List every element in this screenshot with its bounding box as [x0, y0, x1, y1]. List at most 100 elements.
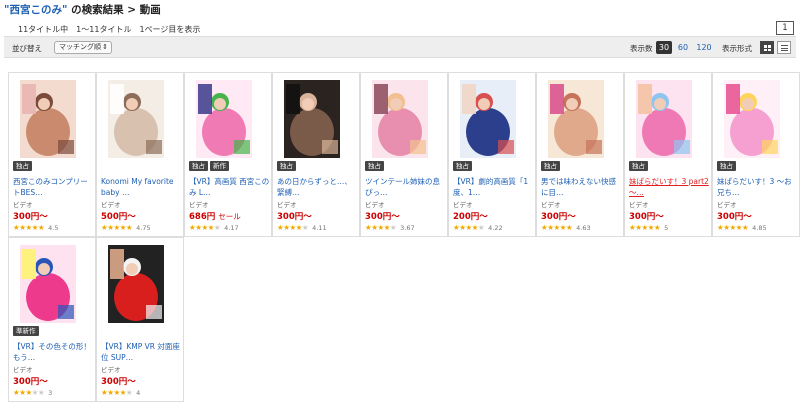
product-rating: ★★★★★ 4.17 — [189, 223, 239, 232]
product-type: ビデオ — [189, 201, 209, 209]
display-count-60[interactable]: 60 — [676, 41, 690, 54]
product-card[interactable]: 独占 【VR】劇的高画質「1度、1… ビデオ 200円〜 ★★★★★ 4.22 — [448, 72, 536, 237]
product-type: ビデオ — [13, 366, 33, 374]
rating-value: 3.67 — [400, 223, 415, 232]
status-badge: 独占 — [717, 161, 736, 171]
status-badge: 独占 — [13, 161, 32, 171]
product-thumbnail[interactable] — [20, 245, 76, 323]
product-type: ビデオ — [101, 366, 121, 374]
status-badge: 独占 — [541, 161, 560, 171]
product-thumbnail[interactable] — [108, 245, 164, 323]
product-title-link[interactable]: 【VR】高画質 西宮このみ L… — [189, 176, 271, 198]
product-thumbnail[interactable] — [20, 80, 76, 158]
status-badge: 新作 — [210, 161, 229, 171]
product-type: ビデオ — [717, 201, 737, 209]
product-type: ビデオ — [365, 201, 385, 209]
product-price: 300円〜 — [629, 210, 664, 222]
product-type: ビデオ — [277, 201, 297, 209]
price-value: 300円〜 — [101, 377, 136, 387]
product-thumbnail[interactable] — [548, 80, 604, 158]
rating-value: 4.22 — [488, 223, 503, 232]
product-rating: ★★★★★ 5 — [629, 223, 668, 232]
rating-value: 4.85 — [752, 223, 767, 232]
product-card[interactable]: 独占 あの日からずっと…、緊縛… ビデオ 300円〜 ★★★★★ 4.11 — [272, 72, 360, 237]
page-title: "西宮このみ" の検索結果 > 動画 — [4, 2, 161, 17]
product-title-link[interactable]: 妹ぱらだいす！3 〜お兄ち… — [717, 176, 799, 198]
badge-row: 準新作 — [13, 326, 39, 336]
product-thumbnail[interactable] — [724, 80, 780, 158]
product-card[interactable]: 準新作【VR】その色その形！もう… ビデオ 300円〜 ★★★★★ 3 — [8, 237, 96, 402]
product-type: ビデオ — [541, 201, 561, 209]
display-count-30[interactable]: 30 — [656, 41, 672, 54]
display-count-label: 表示数 — [630, 44, 653, 53]
page-number-box[interactable]: 1 — [776, 21, 794, 35]
product-thumbnail[interactable] — [372, 80, 428, 158]
price-value: 300円〜 — [629, 212, 664, 222]
product-title-link[interactable]: 西宮このみコンプリートBES… — [13, 176, 95, 198]
rating-stars-icon: ★★★★★ — [541, 223, 573, 232]
rating-stars-icon: ★★★★★ — [101, 388, 133, 397]
product-card[interactable]: 独占男では味わえない快感に目… ビデオ 300円〜 ★★★★★ 4.63 — [536, 72, 624, 237]
product-card[interactable]: 独占妹ぱらだいす！3 〜お兄ち… ビデオ 300円〜 ★★★★★ 4.85 — [712, 72, 800, 237]
product-thumbnail[interactable] — [284, 80, 340, 158]
product-card[interactable]: 【VR】KMP VR 対面座位 SUP… ビデオ 300円〜 ★★★★★ 4 — [96, 237, 184, 402]
badge-row: 独占 — [717, 161, 736, 171]
rating-value: 5 — [664, 223, 669, 232]
product-price: 300円〜 — [541, 210, 576, 222]
rating-value: 4.17 — [224, 223, 239, 232]
product-title-link[interactable]: 【VR】劇的高画質「1度、1… — [453, 176, 535, 198]
rating-value: 4.63 — [576, 223, 591, 232]
product-title-link[interactable]: あの日からずっと…、緊縛… — [277, 176, 359, 198]
rating-value: 4 — [136, 388, 141, 397]
product-title-link[interactable]: 妹ぱらだいす！3 part2 〜… — [629, 176, 711, 198]
sort-select[interactable]: マッチング順 ⇕ — [54, 41, 112, 54]
product-thumbnail[interactable] — [460, 80, 516, 158]
product-title-link[interactable]: ツインテール姉妹の息ぴっ… — [365, 176, 447, 198]
product-thumbnail[interactable] — [196, 80, 252, 158]
sale-label: セール — [218, 212, 241, 221]
search-query: "西宮このみ" — [4, 4, 68, 16]
rating-stars-icon: ★★★★★ — [277, 223, 309, 232]
product-price: 300円〜 — [13, 375, 48, 387]
product-type: ビデオ — [13, 201, 33, 209]
grid-view-icon[interactable] — [760, 41, 774, 54]
product-card[interactable]: 独占 ツインテール姉妹の息ぴっ… ビデオ 300円〜 ★★★★★ 3.67 — [360, 72, 448, 237]
badge-row: 独占 — [453, 161, 472, 171]
price-value: 300円〜 — [541, 212, 576, 222]
product-rating: ★★★★★ 3.67 — [365, 223, 415, 232]
sort-toolbar: 並び替え マッチング順 ⇕ 表示数 30 60 120 表示形式 — [4, 36, 796, 58]
product-title-link[interactable]: Konomi My favorite baby … — [101, 176, 183, 198]
badge-row: 独占 新作 — [189, 161, 229, 171]
rating-stars-icon: ★★★★★ — [101, 223, 133, 232]
status-badge: 独占 — [277, 161, 296, 171]
display-format-label: 表示形式 — [722, 44, 752, 53]
rating-stars-icon: ★★★★★ — [453, 223, 485, 232]
badge-row: 独占 — [277, 161, 296, 171]
product-card[interactable]: 独占 西宮このみコンプリートBES… ビデオ 300円〜 ★★★★★ 4.5 — [8, 72, 96, 237]
sort-label: 並び替え — [12, 44, 42, 53]
product-price: 300円〜 — [365, 210, 400, 222]
list-view-icon[interactable] — [777, 41, 791, 54]
price-value: 300円〜 — [13, 212, 48, 222]
rating-stars-icon: ★★★★★ — [717, 223, 749, 232]
product-card[interactable]: Konomi My favorite baby … ビデオ 500円〜 ★★★★★ 4.… — [96, 72, 184, 237]
product-card[interactable]: 独占 新作 【VR】高画質 西宮このみ L… ビデオ 686円 セール ★★★★★ 4.17 — [184, 72, 272, 237]
rating-stars-icon: ★★★★★ — [365, 223, 397, 232]
price-value: 300円〜 — [717, 212, 752, 222]
display-count-120[interactable]: 120 — [694, 41, 714, 54]
rating-stars-icon: ★★★★★ — [189, 223, 221, 232]
product-type: ビデオ — [453, 201, 473, 209]
product-title-link[interactable]: 【VR】その色その形！もう… — [13, 341, 95, 363]
product-title-link[interactable]: 男では味わえない快感に目… — [541, 176, 623, 198]
product-thumbnail[interactable] — [108, 80, 164, 158]
product-type: ビデオ — [101, 201, 121, 209]
rating-value: 3 — [48, 388, 53, 397]
product-title-link[interactable]: 【VR】KMP VR 対面座位 SUP… — [101, 341, 183, 363]
product-price: 300円〜 — [277, 210, 312, 222]
product-card[interactable]: 独占 妹ぱらだいす！3 part2 〜… ビデオ 300円〜 ★★★★★ 5 — [624, 72, 712, 237]
status-badge: 独占 — [453, 161, 472, 171]
product-price: 300円〜 — [101, 375, 136, 387]
product-price: 300円〜 — [13, 210, 48, 222]
product-thumbnail[interactable] — [636, 80, 692, 158]
product-rating: ★★★★★ 3 — [13, 388, 52, 397]
